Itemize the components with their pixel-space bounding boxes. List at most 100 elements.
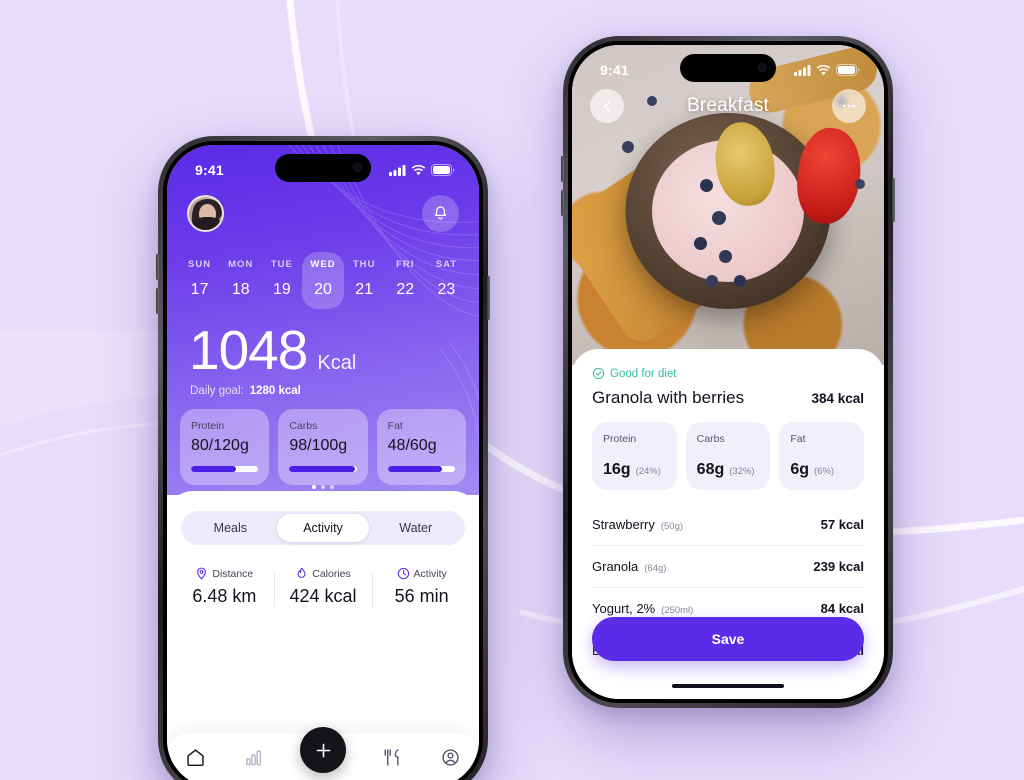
tab-activity[interactable]: Activity — [276, 514, 370, 542]
day-name: TUE — [270, 259, 293, 270]
volume-up-button[interactable] — [561, 156, 564, 182]
activity-stats: Distance 6.48 km Calories 424 kcal Activ… — [175, 567, 471, 607]
stat-activity: Activity 56 min — [372, 567, 471, 607]
battery-icon — [836, 64, 860, 76]
day-wed-selected[interactable]: WED 20 — [302, 252, 344, 309]
right-screen: 9:41 Breakfast Good for diet Granola wit… — [572, 45, 884, 699]
page-title: Breakfast — [686, 95, 770, 116]
avatar[interactable] — [187, 195, 224, 232]
ellipsis-icon — [843, 104, 855, 108]
macro-card-carbs[interactable]: Carbs 98/100g — [278, 409, 368, 485]
list-item[interactable]: Granola (64g) 239 kcal — [592, 546, 864, 588]
macro-percent: (6%) — [814, 466, 835, 477]
home-icon — [187, 749, 204, 767]
day-name: FRI — [396, 259, 415, 270]
macro-card-protein[interactable]: Protein 80/120g — [180, 409, 270, 485]
calorie-value: 1048 — [189, 319, 308, 381]
save-button[interactable]: Save — [592, 617, 864, 661]
daily-goal-value: 1280 kcal — [249, 385, 301, 397]
pager-dot[interactable] — [321, 485, 325, 489]
day-number: 23 — [437, 281, 456, 298]
day-name: WED — [310, 259, 336, 270]
tab-water[interactable]: Water — [369, 514, 462, 542]
wifi-icon — [816, 64, 831, 75]
macro-card-fat[interactable]: Fat 48/60g — [376, 409, 466, 485]
meal-macro-cards: Protein 16g (24%) Carbs 68g (32%) Fat 6g… — [592, 422, 865, 490]
chart-bars-icon — [245, 750, 261, 766]
ingredient-name: Yogurt, 2% — [592, 601, 656, 616]
battery-icon — [431, 164, 455, 176]
day-mon[interactable]: MON 18 — [220, 252, 261, 309]
ingredient-name: Strawberry — [592, 517, 655, 532]
status-badge-label: Good for diet — [610, 367, 677, 380]
nav-home[interactable] — [185, 747, 206, 773]
macro-cards: Protein 80/120g Carbs 98/100g Fat 48/60g — [180, 409, 466, 485]
volume-down-button[interactable] — [156, 288, 159, 314]
volume-down-button[interactable] — [561, 190, 564, 216]
stat-value: 6.48 km — [192, 586, 257, 606]
macro-label: Protein — [603, 433, 637, 445]
nav-profile[interactable] — [440, 747, 461, 773]
macro-label: Carbs — [289, 420, 318, 432]
day-sun[interactable]: SUN 17 — [179, 252, 220, 309]
ingredient-kcal: 239 kcal — [813, 559, 864, 574]
macro-value: 80/120g — [191, 437, 249, 454]
segmented-tabs: Meals Activity Water — [181, 511, 465, 545]
macro-card-protein[interactable]: Protein 16g (24%) — [592, 422, 677, 490]
nav-meals[interactable] — [382, 747, 403, 773]
stat-label: Activity — [413, 567, 447, 580]
macro-card-fat[interactable]: Fat 6g (6%) — [779, 422, 865, 490]
signal-icon — [794, 64, 811, 76]
ingredient-quantity: (250ml) — [661, 605, 694, 616]
daily-goal: Daily goal: 1280 kcal — [190, 385, 301, 397]
stat-label: Calories — [312, 567, 351, 580]
day-number: 22 — [396, 281, 415, 298]
power-button[interactable] — [892, 178, 895, 222]
day-tue[interactable]: TUE 19 — [261, 252, 302, 309]
cutlery-icon — [384, 749, 399, 766]
power-button[interactable] — [487, 276, 490, 320]
ingredient-quantity: (50g) — [660, 521, 684, 532]
volume-up-button[interactable] — [156, 254, 159, 280]
pager-dot[interactable] — [330, 485, 334, 489]
day-name: MON — [228, 259, 254, 270]
stat-value: 56 min — [394, 586, 449, 606]
day-name: SAT — [435, 259, 458, 270]
chevron-left-icon — [603, 100, 610, 112]
stat-distance: Distance 6.48 km — [175, 567, 274, 607]
pager-dot[interactable] — [312, 485, 316, 489]
status-icons — [794, 64, 860, 76]
notification-button[interactable] — [422, 195, 459, 232]
day-thu[interactable]: THU 21 — [344, 252, 385, 309]
nav-stats[interactable] — [243, 747, 264, 773]
add-entry-fab[interactable] — [300, 727, 346, 773]
macro-progress-fill — [289, 466, 356, 472]
macro-card-carbs[interactable]: Carbs 68g (32%) — [685, 422, 771, 490]
macro-label: Fat — [790, 433, 806, 445]
meal-detail-sheet: Good for diet Granola with berries 384 k… — [572, 349, 884, 699]
blueberry — [718, 249, 732, 263]
status-badge: Good for diet — [592, 367, 864, 380]
day-number: 18 — [231, 281, 250, 298]
list-item[interactable]: Strawberry (50g) 57 kcal — [592, 504, 864, 546]
right-top-bar: Breakfast — [590, 89, 866, 123]
macro-progress-fill — [387, 466, 442, 472]
more-options-button[interactable] — [832, 89, 866, 123]
macro-value: 68g — [696, 461, 725, 478]
meal-title-row: Granola with berries 384 kcal — [592, 388, 864, 408]
calorie-unit: Kcal — [317, 352, 357, 374]
blueberry — [621, 141, 634, 153]
meal-total-kcal: 384 kcal — [811, 391, 864, 406]
macro-progress-track — [289, 466, 357, 472]
stat-label: Distance — [212, 567, 254, 580]
day-fri[interactable]: FRI 22 — [385, 252, 426, 309]
macro-progress-track — [191, 466, 259, 472]
day-number: 20 — [314, 281, 332, 298]
tab-meals[interactable]: Meals — [184, 514, 277, 542]
left-header-top-row — [187, 195, 459, 232]
day-sat[interactable]: SAT 23 — [426, 252, 467, 309]
macro-progress-track — [387, 466, 455, 472]
back-button[interactable] — [590, 89, 624, 123]
pager-dots[interactable] — [167, 485, 479, 489]
dynamic-island — [680, 54, 776, 82]
